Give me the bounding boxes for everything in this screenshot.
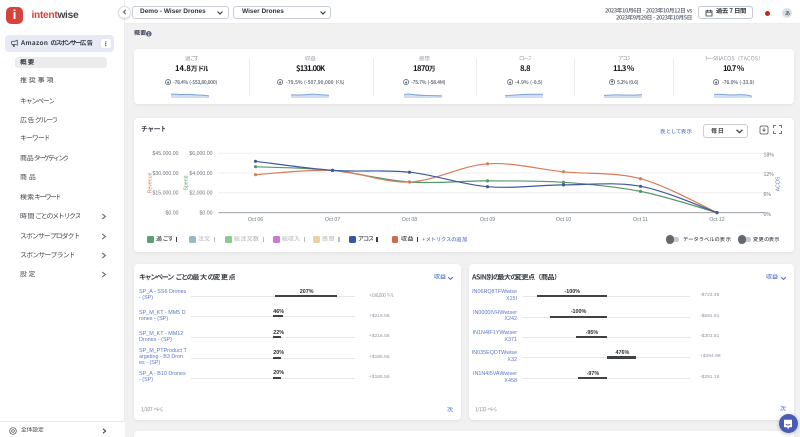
svg-text:0%: 0% [763,212,771,218]
svg-text:Oct 07: Oct 07 [324,217,339,223]
svg-text:Spend: Spend [183,175,189,190]
svg-text:Oct 12: Oct 12 [709,217,724,223]
svg-text:ACOS: ACOS [775,176,781,191]
svg-text:6%: 6% [763,192,771,198]
svg-text:18%: 18% [763,153,774,159]
svg-text:$2,000.00: $2,000.00 [189,191,212,197]
svg-text:Revenue: Revenue [147,173,153,194]
svg-text:$45,000.00: $45,000.00 [152,151,178,157]
svg-text:$30,000.00: $30,000.00 [152,171,178,177]
svg-text:$0.00: $0.00 [199,210,212,216]
svg-text:$0.00: $0.00 [165,210,178,216]
svg-text:$4,000.00: $4,000.00 [189,171,212,177]
svg-text:Oct 06: Oct 06 [247,217,262,223]
svg-text:Oct 10: Oct 10 [555,217,570,223]
svg-text:12%: 12% [763,172,774,178]
svg-text:Oct 11: Oct 11 [633,217,648,223]
svg-text:$15,000.00: $15,000.00 [152,191,178,197]
svg-text:$6,000.00: $6,000.00 [189,151,212,157]
svg-text:Oct 08: Oct 08 [401,217,416,223]
svg-text:Oct 09: Oct 09 [479,217,494,223]
